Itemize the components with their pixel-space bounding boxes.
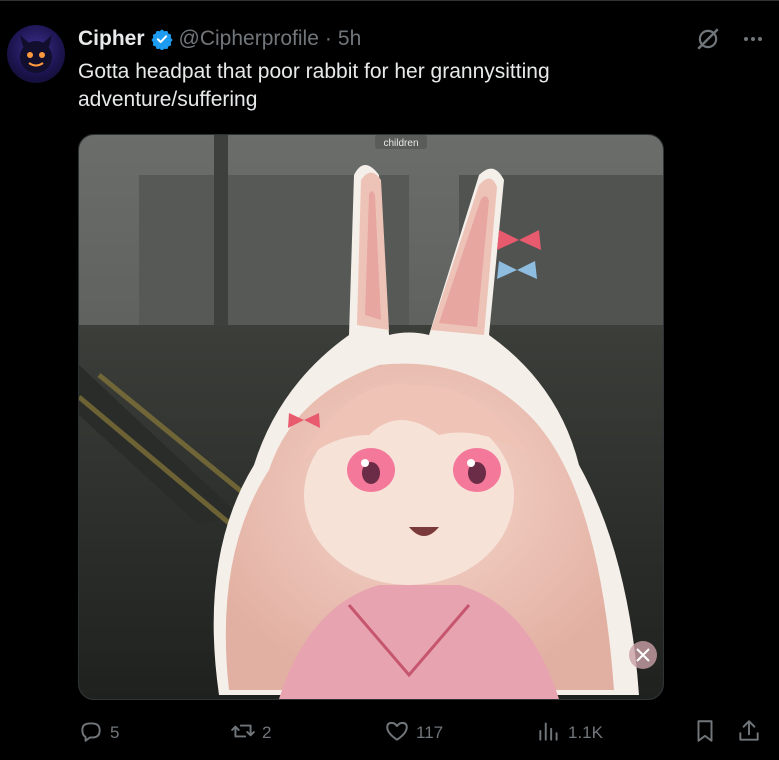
retweet-icon [230, 718, 256, 749]
tweet-text: Gotta headpat that poor rabbit for her g… [78, 60, 550, 111]
author-handle[interactable]: @Cipherprofile [179, 27, 319, 51]
media-image: children [79, 135, 663, 699]
tweet-media[interactable]: children [78, 134, 664, 700]
share-button[interactable] [736, 718, 762, 748]
like-count: 117 [416, 723, 444, 742]
media-caption: children [383, 138, 418, 149]
avatar[interactable] [7, 25, 65, 83]
tweet-actions: 5 2 117 1.1K [78, 718, 768, 748]
retweet-count: 2 [262, 723, 272, 742]
bookmark-icon [692, 718, 718, 749]
share-icon [736, 718, 762, 749]
views-count: 1.1K [568, 723, 603, 742]
separator-dot: · [324, 27, 332, 50]
more-icon[interactable] [741, 27, 765, 56]
avatar-image [20, 35, 52, 73]
reply-count: 5 [110, 723, 120, 742]
verified-badge-icon [150, 28, 173, 51]
grok-icon[interactable] [695, 26, 721, 57]
reply-button[interactable]: 5 [78, 718, 119, 748]
retweet-button[interactable]: 2 [230, 718, 271, 748]
tweet-header: Cipher @Cipherprofile · 5h [78, 24, 361, 54]
views-icon [536, 718, 562, 749]
reply-icon [78, 718, 104, 749]
top-divider [0, 0, 779, 1]
views-button[interactable]: 1.1K [536, 718, 603, 748]
author-name[interactable]: Cipher [78, 27, 145, 51]
bookmark-button[interactable] [692, 718, 718, 748]
timestamp[interactable]: 5h [338, 27, 361, 51]
like-button[interactable]: 117 [384, 718, 443, 748]
tweet-top-actions [695, 26, 765, 57]
heart-icon [384, 718, 410, 749]
